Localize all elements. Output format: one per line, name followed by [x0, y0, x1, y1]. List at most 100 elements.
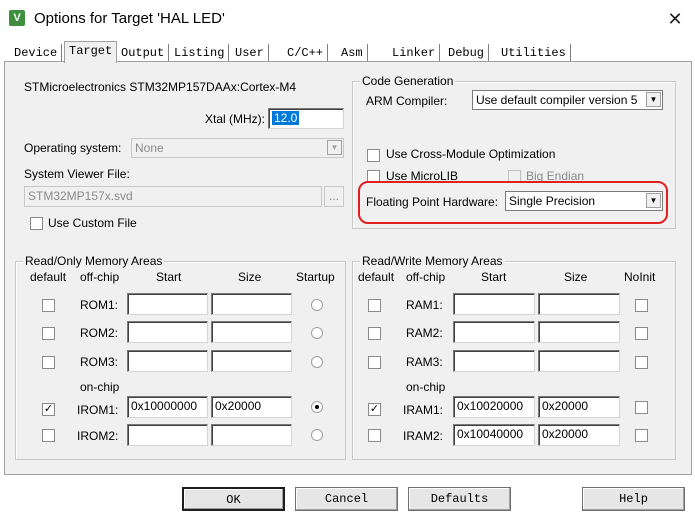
rw-header-noinit: NoInit: [624, 270, 656, 284]
svd-label: System Viewer File:: [24, 167, 130, 181]
rw-header-offchip: off-chip: [406, 270, 446, 284]
iram1-default-checkbox[interactable]: ✓: [368, 403, 381, 416]
rom3-size-input[interactable]: [211, 350, 292, 372]
os-select[interactable]: None ▼: [131, 138, 344, 158]
ram3-noinit-checkbox[interactable]: [635, 356, 648, 369]
ro-memory-title: Read/Only Memory Areas: [23, 254, 165, 268]
ram1-default-checkbox[interactable]: [368, 299, 381, 312]
rom1-size-input[interactable]: [211, 293, 292, 315]
iram2-default-checkbox[interactable]: [368, 429, 381, 442]
ram3-label: RAM3:: [406, 355, 443, 369]
ro-header-default: default: [30, 270, 67, 284]
irom1-size-input[interactable]: 0x20000: [211, 396, 292, 418]
rom2-startup-radio[interactable]: [311, 327, 323, 339]
ram2-size-input[interactable]: [538, 321, 620, 343]
rom1-default-checkbox[interactable]: [42, 299, 55, 312]
keil-uvision-icon: V: [9, 10, 25, 26]
iram1-start-input[interactable]: 0x10020000: [453, 396, 535, 418]
window-title: Options for Target 'HAL LED': [34, 10, 225, 27]
ram1-noinit-checkbox[interactable]: [635, 299, 648, 312]
ro-header-size: Size: [238, 270, 262, 284]
iram2-label: IRAM2:: [403, 429, 444, 443]
svd-input[interactable]: STM32MP157x.svd: [24, 186, 322, 207]
rw-memory-title: Read/Write Memory Areas: [360, 254, 505, 268]
ram1-start-input[interactable]: [453, 293, 535, 315]
os-label: Operating system:: [24, 141, 122, 155]
xtal-value: 12.0: [272, 111, 300, 125]
irom1-start-input[interactable]: 0x10000000: [127, 396, 208, 418]
chevron-down-icon: ▼: [646, 92, 661, 107]
rw-header-start: Start: [481, 270, 507, 284]
irom2-size-input[interactable]: [211, 424, 292, 446]
iram2-noinit-checkbox[interactable]: [635, 429, 648, 442]
irom2-startup-radio[interactable]: [311, 429, 323, 441]
ram2-start-input[interactable]: [453, 321, 535, 343]
tab-c-cpp[interactable]: C/C++: [283, 44, 329, 62]
cancel-button[interactable]: Cancel: [295, 487, 398, 511]
iram1-size-input[interactable]: 0x20000: [538, 396, 620, 418]
tab-linker[interactable]: Linker: [388, 44, 441, 62]
rw-onchip-label: on-chip: [406, 380, 446, 394]
compiler-value: Use default compiler version 5: [476, 93, 638, 107]
xtal-input[interactable]: 12.0: [268, 108, 344, 129]
rw-header-size: Size: [564, 270, 588, 284]
rom1-label: ROM1:: [80, 298, 119, 312]
ram3-default-checkbox[interactable]: [368, 356, 381, 369]
os-value: None: [135, 141, 164, 155]
iram2-size-input[interactable]: 0x20000: [538, 424, 620, 446]
irom1-startup-radio[interactable]: [311, 401, 323, 413]
ram3-start-input[interactable]: [453, 350, 535, 372]
rom2-default-checkbox[interactable]: [42, 327, 55, 340]
ram2-default-checkbox[interactable]: [368, 327, 381, 340]
ro-onchip-label: on-chip: [80, 380, 120, 394]
ram1-size-input[interactable]: [538, 293, 620, 315]
rom2-label: ROM2:: [80, 326, 119, 340]
custom-file-label: Use Custom File: [48, 216, 137, 230]
ro-header-offchip: off-chip: [80, 270, 120, 284]
ram2-label: RAM2:: [406, 326, 443, 340]
rom2-start-input[interactable]: [127, 321, 208, 343]
compiler-label: ARM Compiler:: [366, 94, 448, 108]
tab-debug[interactable]: Debug: [444, 44, 490, 62]
irom1-default-checkbox[interactable]: ✓: [42, 403, 55, 416]
tab-listing[interactable]: Listing: [170, 44, 230, 62]
custom-file-checkbox[interactable]: [30, 217, 43, 230]
rom3-start-input[interactable]: [127, 350, 208, 372]
red-highlight-annotation: [358, 181, 668, 224]
chevron-down-icon: ▼: [327, 140, 342, 155]
ram2-noinit-checkbox[interactable]: [635, 327, 648, 340]
ro-header-start: Start: [156, 270, 182, 284]
ram1-label: RAM1:: [406, 298, 443, 312]
ram3-size-input[interactable]: [538, 350, 620, 372]
help-button[interactable]: Help: [582, 487, 685, 511]
tab-target[interactable]: Target: [64, 41, 118, 63]
rom3-label: ROM3:: [80, 355, 119, 369]
rom3-default-checkbox[interactable]: [42, 356, 55, 369]
rom3-startup-radio[interactable]: [311, 356, 323, 368]
ok-button[interactable]: OK: [182, 487, 285, 511]
tab-asm[interactable]: Asm: [337, 44, 368, 62]
tab-device[interactable]: Device: [10, 44, 63, 62]
close-icon[interactable]: ✕: [664, 8, 686, 30]
iram2-start-input[interactable]: 0x10040000: [453, 424, 535, 446]
irom2-default-checkbox[interactable]: [42, 429, 55, 442]
irom2-start-input[interactable]: [127, 424, 208, 446]
rw-header-default: default: [358, 270, 395, 284]
rom1-startup-radio[interactable]: [311, 299, 323, 311]
irom1-label: IROM1:: [77, 403, 119, 417]
tab-utilities[interactable]: Utilities: [497, 44, 571, 62]
code-generation-title: Code Generation: [360, 74, 456, 88]
device-name: STMicroelectronics STM32MP157DAAx:Cortex…: [24, 80, 297, 94]
compiler-select[interactable]: Use default compiler version 5 ▼: [472, 90, 663, 110]
cross-module-label: Use Cross-Module Optimization: [386, 147, 556, 161]
ro-header-startup: Startup: [296, 270, 335, 284]
rom2-size-input[interactable]: [211, 321, 292, 343]
iram1-label: IRAM1:: [403, 403, 444, 417]
svd-browse-button[interactable]: ...: [324, 186, 344, 207]
tab-user[interactable]: User: [231, 44, 269, 62]
defaults-button[interactable]: Defaults: [408, 487, 511, 511]
iram1-noinit-checkbox[interactable]: [635, 401, 648, 414]
rom1-start-input[interactable]: [127, 293, 208, 315]
tab-output[interactable]: Output: [117, 44, 170, 62]
cross-module-checkbox[interactable]: [367, 149, 380, 162]
